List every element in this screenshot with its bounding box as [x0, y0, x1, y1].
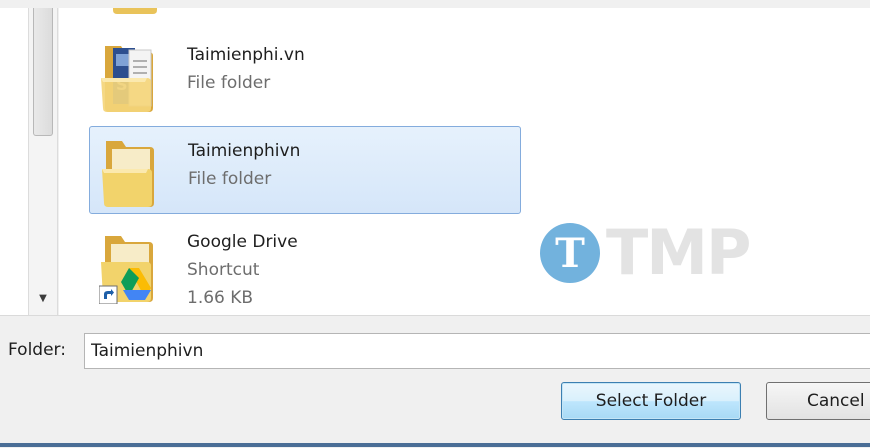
- list-item-selected[interactable]: Taimienphivn File folder: [89, 126, 521, 214]
- item-type: File folder: [188, 169, 272, 189]
- google-drive-folder-shortcut-icon: [99, 236, 153, 304]
- list-item[interactable]: S Taimienphi.vn File folder: [89, 30, 521, 118]
- list-item[interactable]: Google Drive Shortcut 1.66 KB: [89, 222, 521, 310]
- item-name: Google Drive: [187, 232, 298, 252]
- scrollbar-thumb[interactable]: [33, 8, 53, 136]
- select-folder-button[interactable]: Select Folder: [561, 382, 741, 420]
- folder-icon: [113, 8, 157, 14]
- navigation-pane[interactable]: [0, 8, 29, 315]
- item-type: Shortcut: [187, 260, 260, 280]
- folder-input[interactable]: [84, 333, 870, 369]
- item-name: Taimienphivn: [188, 141, 301, 161]
- watermark-mark: T: [540, 223, 600, 283]
- item-type: File folder: [187, 73, 271, 93]
- window-bottom-border: [0, 443, 870, 447]
- item-size: 1.66 KB: [187, 288, 254, 308]
- folder-with-documents-icon: S: [101, 46, 153, 112]
- dialog-bottom-panel: Folder: Select Folder Cancel: [0, 315, 870, 448]
- item-name: Taimienphi.vn: [187, 45, 305, 65]
- scroll-down-arrow-icon[interactable]: ▼: [34, 286, 52, 310]
- watermark-logo: T TMP: [540, 215, 800, 295]
- vertical-scrollbar[interactable]: ▼: [28, 8, 58, 315]
- cancel-button[interactable]: Cancel: [766, 382, 870, 420]
- window-top-strip: [0, 0, 870, 8]
- folder-label: Folder:: [8, 340, 66, 360]
- watermark-text: TMP: [606, 216, 751, 289]
- folder-icon: [102, 141, 154, 207]
